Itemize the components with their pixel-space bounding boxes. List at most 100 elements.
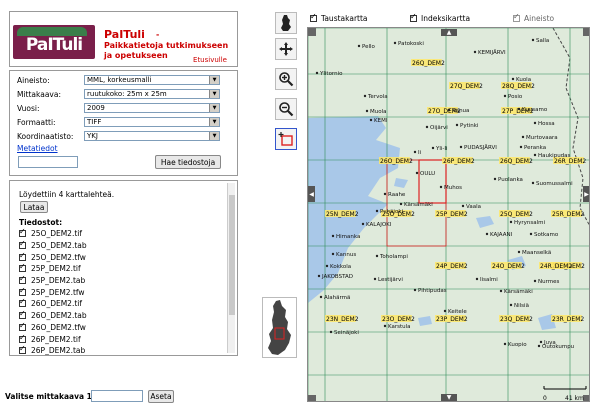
town-marker	[373, 277, 377, 281]
file-name: 25P_DEM2.tfw	[31, 287, 85, 297]
place-label: Iisalmi	[480, 277, 498, 283]
file-checkbox[interactable]	[19, 251, 26, 261]
chevron-down-icon[interactable]: ▼	[209, 76, 219, 84]
town-marker	[519, 145, 523, 149]
file-checkbox[interactable]	[19, 321, 26, 331]
layer-toggle[interactable]: Aineisto	[513, 12, 554, 23]
fetch-files-button[interactable]: Hae tiedostoja	[155, 155, 221, 169]
file-checkbox[interactable]	[19, 333, 26, 343]
dataset-select[interactable]: MML, korkeusmalli ▼	[84, 75, 220, 85]
layer-toggle-bar: Taustakartta Indeksikartta Aineisto	[310, 12, 580, 24]
list-item: 25P_DEM2.tif	[19, 262, 87, 275]
town-marker	[529, 232, 533, 236]
results-scrollbar[interactable]	[227, 183, 235, 353]
town-marker	[443, 309, 447, 313]
list-item: 25O_DEM2.tif	[19, 227, 87, 240]
select-area-button[interactable]	[275, 128, 297, 150]
chevron-down-icon[interactable]: ▼	[209, 118, 219, 126]
zoom-out-button[interactable]	[275, 98, 297, 120]
list-item: 25P_DEM2.tfw	[19, 286, 87, 298]
set-scale-button[interactable]: Aseta	[148, 390, 174, 403]
list-item: 26P_DEM2.tab	[19, 344, 87, 356]
overview-map[interactable]	[262, 297, 297, 358]
scrollbar-thumb[interactable]	[229, 195, 235, 315]
layer-toggle[interactable]: Indeksikartta	[410, 12, 470, 23]
crs-value: YKJ	[87, 132, 98, 140]
format-select[interactable]: TIFF ▼	[84, 117, 220, 127]
place-label: Hyrynsalmi	[514, 220, 546, 226]
town-marker	[539, 340, 543, 344]
file-checkbox[interactable]	[19, 227, 26, 238]
year-select[interactable]: 2009 ▼	[84, 103, 220, 113]
pan-southwest-button[interactable]	[308, 395, 316, 401]
town-marker	[413, 150, 417, 154]
list-item: 26P_DEM2.tif	[19, 333, 87, 345]
scale-select[interactable]: ruutukoko: 25m x 25m ▼	[84, 89, 220, 99]
town-marker	[475, 277, 479, 281]
place-label: Posio	[508, 94, 523, 100]
pan-west-button[interactable]: ◀	[308, 186, 315, 202]
town-marker	[331, 234, 335, 238]
map-sheet-label: 27Q_DEM2	[450, 83, 483, 90]
file-checkbox[interactable]	[19, 309, 26, 320]
layer-toggle[interactable]: Taustakartta	[310, 12, 368, 23]
place-label: Kuopio	[508, 342, 527, 348]
map-sheet-label: 23R_DEM2	[552, 316, 584, 323]
chevron-down-icon[interactable]: ▼	[209, 104, 219, 112]
town-marker	[511, 77, 515, 81]
pan-button[interactable]	[275, 38, 297, 60]
place-label: Puolanka	[498, 177, 523, 183]
file-checkbox[interactable]	[19, 239, 26, 250]
layer-checkbox[interactable]	[513, 12, 520, 22]
place-label: Raahe	[388, 192, 406, 198]
file-checkbox[interactable]	[19, 286, 26, 296]
chevron-down-icon[interactable]: ▼	[209, 132, 219, 140]
town-marker	[531, 181, 535, 185]
place-label: Tervola	[367, 94, 388, 100]
metadata-link[interactable]: Metatiedot	[17, 144, 58, 153]
chevron-down-icon[interactable]: ▼	[209, 90, 219, 98]
file-checkbox[interactable]	[19, 262, 26, 273]
file-checkbox[interactable]	[19, 344, 26, 355]
crs-select[interactable]: YKJ ▼	[84, 131, 220, 141]
pan-northwest-button[interactable]	[308, 28, 316, 36]
map-sheet-label: 23O_DEM2	[382, 316, 415, 323]
full-extent-button[interactable]	[275, 12, 297, 34]
map-canvas[interactable]: 26Q_DEM227Q_DEM2 28Q_DEM227O_DEM2 27P_DEM2…	[308, 28, 590, 402]
town-marker	[357, 44, 361, 48]
map-sheet-label: 23N_DEM2	[326, 316, 359, 323]
file-checkbox[interactable]	[19, 297, 26, 308]
place-label: JAKOBSTAD	[321, 274, 353, 280]
town-marker	[509, 303, 513, 307]
paituli-logo[interactable]: PaITuli	[13, 25, 95, 59]
home-link[interactable]: Etusivulle	[193, 56, 227, 64]
file-name: 25P_DEM2.tif	[31, 264, 81, 274]
file-name: 26P_DEM2.tab	[31, 346, 86, 356]
scale-bar-start: 0	[543, 395, 547, 402]
pan-south-button[interactable]: ▼	[441, 394, 457, 401]
map-sheet-label: 26R_DEM2	[554, 158, 586, 165]
town-marker	[509, 220, 513, 224]
year-value: 2009	[87, 104, 105, 112]
pan-north-button[interactable]: ▲	[441, 29, 457, 36]
load-button[interactable]: Lataa	[20, 201, 48, 213]
layer-checkbox[interactable]	[410, 12, 417, 22]
place-label: Lestijärvi	[378, 277, 403, 283]
coordinate-input[interactable]	[18, 156, 78, 168]
map-sheet-label: 26O_DEM2	[380, 158, 413, 165]
layer-checkbox[interactable]	[310, 12, 317, 22]
format-label: Formaatti:	[17, 117, 56, 127]
pan-east-button[interactable]: ▶	[583, 186, 589, 202]
file-name: 26O_DEM2.tfw	[31, 322, 86, 332]
town-marker	[393, 41, 397, 45]
file-name: 25O_DEM2.tab	[31, 241, 87, 251]
zoom-in-button[interactable]	[275, 68, 297, 90]
place-label: KEMI	[374, 118, 388, 124]
place-label: PUDASJÄRVI	[464, 144, 497, 151]
place-label: Suomussalmi	[536, 181, 573, 187]
file-checkbox[interactable]	[19, 274, 26, 285]
scale-input[interactable]	[91, 390, 143, 402]
map-viewport[interactable]: 26Q_DEM2 27Q_DEM2 28Q_DEM2 27O_DEM2 27P_DEM2…	[307, 27, 590, 402]
file-name: 26P_DEM2.tif	[31, 334, 81, 344]
pan-northeast-button[interactable]	[583, 28, 589, 36]
